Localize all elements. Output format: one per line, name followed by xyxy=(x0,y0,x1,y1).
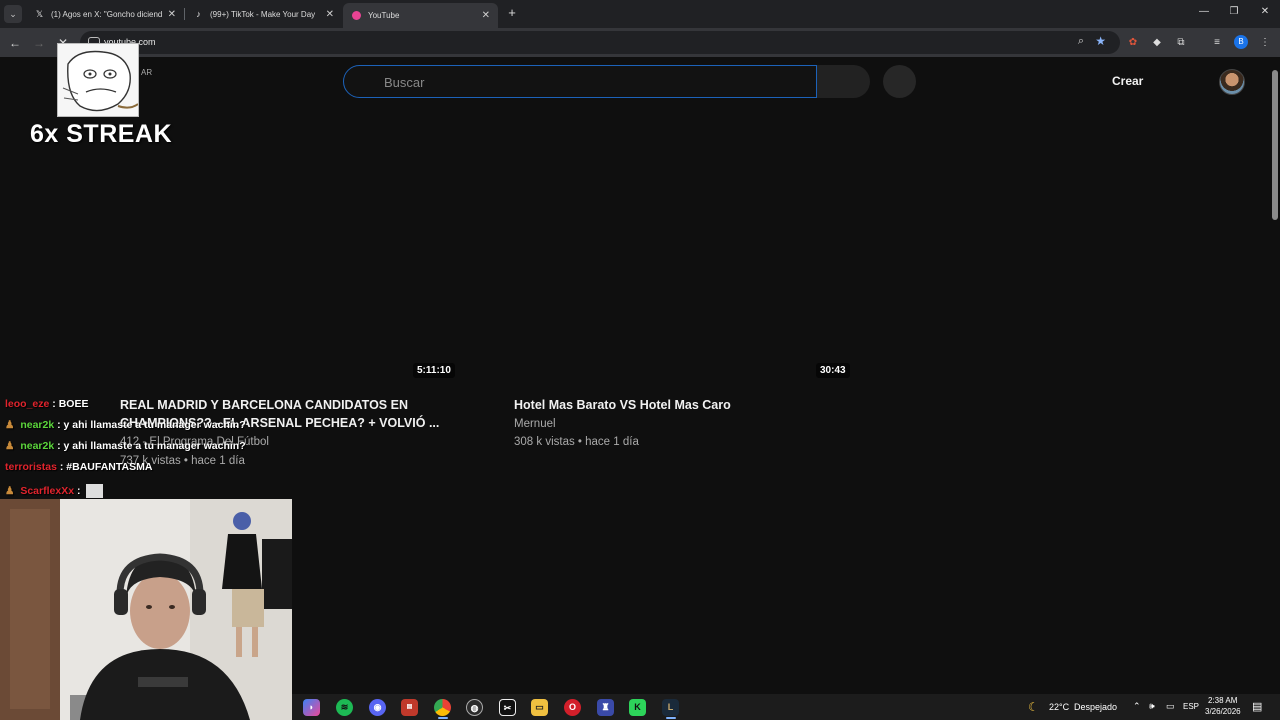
kick-icon[interactable]: K xyxy=(629,699,646,716)
tiktok-icon: ♪ xyxy=(196,9,201,19)
chat-username: leoo_eze xyxy=(5,398,50,410)
language-indicator[interactable]: ESP xyxy=(1183,702,1199,711)
x-logo-icon: 𝕏 xyxy=(35,8,44,19)
chat-message: terroristas : #BAUFANTASMA xyxy=(5,461,153,473)
window-close-icon[interactable]: ✕ xyxy=(1255,6,1275,17)
clock-time[interactable]: 2:38 AM xyxy=(1208,696,1237,705)
opera-icon[interactable]: O xyxy=(564,699,581,716)
chat-emote-icon xyxy=(86,484,104,498)
forward-icon[interactable]: → xyxy=(30,34,48,52)
league-icon[interactable]: L xyxy=(662,699,679,716)
network-icon[interactable]: ▭ xyxy=(1166,701,1175,712)
chat-text: #BAUFANTASMA xyxy=(66,461,153,473)
minimize-icon[interactable]: — xyxy=(1194,6,1214,17)
extensions-puzzle-icon[interactable]: ⧉ xyxy=(1174,36,1188,50)
address-bar[interactable]: youtube.com ⌕ ★ xyxy=(80,31,1120,54)
browser-menu-icon[interactable]: ⋮ xyxy=(1258,36,1272,50)
browser-toolbar: ← → ✕ youtube.com ⌕ ★ ✿ ◆ ⧉ ≡ ⋮ xyxy=(0,28,1280,57)
tab-title: (99+) TikTok - Make Your Day xyxy=(210,9,316,19)
youtube-icon xyxy=(351,10,362,21)
streak-label: 6x STREAK xyxy=(30,120,173,148)
bookmark-star-icon[interactable]: ★ xyxy=(1095,34,1106,48)
chat-text: y ahi llamaste a tu manager wachin? xyxy=(63,419,246,431)
browser-tab-strip: ⌄ 𝕏 (1) Agos en X: "Goncho diciendo ✕ ♪ … xyxy=(0,0,1280,28)
video-meta: 308 k vistas • hace 1 día xyxy=(514,436,639,448)
meme-face-image xyxy=(57,43,139,117)
tab-x-agos[interactable]: 𝕏 (1) Agos en X: "Goncho diciendo ✕ xyxy=(26,3,184,25)
game-icon[interactable]: ♜ xyxy=(597,699,614,716)
file-explorer-icon[interactable]: ▭ xyxy=(531,699,548,716)
discord-icon[interactable]: ◉ xyxy=(369,699,386,716)
obs-icon[interactable]: ◍ xyxy=(466,699,483,716)
chat-message: leoo_eze : BOEE xyxy=(5,398,89,410)
profile-avatar[interactable]: B xyxy=(1234,35,1248,49)
zoom-icon[interactable]: ⌕ xyxy=(1078,35,1084,48)
account-avatar[interactable] xyxy=(1219,69,1245,95)
search-input[interactable] xyxy=(384,73,804,91)
spotify-icon[interactable]: ≋ xyxy=(336,699,353,716)
clock-date[interactable]: 3/26/2026 xyxy=(1205,707,1241,716)
page-scrollbar[interactable] xyxy=(1269,58,1280,694)
reading-list-icon[interactable]: ≡ xyxy=(1210,36,1224,50)
close-icon[interactable]: ✕ xyxy=(326,9,334,20)
chat-username: near2k xyxy=(20,440,55,452)
chat-text: BOEE xyxy=(58,398,89,410)
notification-icon[interactable]: ▤ xyxy=(1252,700,1262,713)
new-tab-button[interactable]: + xyxy=(505,5,519,21)
tab-title: YouTube xyxy=(368,11,400,20)
tab-title: (1) Agos en X: "Goncho diciendo xyxy=(51,9,162,19)
weather-temp[interactable]: 22°C xyxy=(1049,702,1069,712)
windows-taskbar: ◗ ≋ ◉ ▤ ◍ ✂ ▭ O ♜ K L ☾ 22°C Despejado ⌃… xyxy=(292,694,1280,720)
chat-username: terroristas xyxy=(5,461,57,473)
video-title[interactable]: Hotel Mas Barato VS Hotel Mas Caro xyxy=(514,396,731,414)
weather-text[interactable]: Despejado xyxy=(1074,702,1117,712)
chat-message: ♟ near2k : y ahi llamaste a tu manager w… xyxy=(5,419,246,431)
back-icon[interactable]: ← xyxy=(6,34,24,52)
voice-search-button[interactable] xyxy=(883,65,916,98)
chat-text: y ahi llamaste a tu manager wachin? xyxy=(63,440,246,452)
close-icon[interactable]: ✕ xyxy=(168,9,176,20)
volume-icon[interactable]: 🕪 xyxy=(1149,701,1155,712)
chat-badge-icon: ♟ xyxy=(5,440,15,452)
chat-badge-icon: ♟ xyxy=(5,419,15,431)
active-app-indicator xyxy=(666,717,676,719)
copilot-icon[interactable]: ◗ xyxy=(303,699,320,716)
close-icon[interactable]: ✕ xyxy=(482,10,490,21)
capcut-icon[interactable]: ✂ xyxy=(499,699,516,716)
chat-username: near2k xyxy=(20,419,55,431)
extension-red-icon[interactable]: ✿ xyxy=(1126,36,1140,50)
active-app-indicator xyxy=(438,717,448,719)
create-button[interactable]: Crear xyxy=(1112,74,1143,88)
tray-chevron-icon[interactable]: ⌃ xyxy=(1133,701,1141,712)
video-title[interactable]: REAL MADRID Y BARCELONA CANDIDATOS EN xyxy=(120,396,408,414)
search-button[interactable] xyxy=(817,65,870,98)
chat-message: ♟ near2k : y ahi llamaste a tu manager w… xyxy=(5,440,246,452)
overlay-side-text: AR xyxy=(141,68,153,77)
chrome-icon[interactable] xyxy=(434,699,451,716)
search-box[interactable] xyxy=(343,65,817,98)
webcam-overlay xyxy=(0,499,292,720)
chat-badge-icon: ♟ xyxy=(5,484,15,497)
chat-message: ♟ ScarflexXx : xyxy=(5,484,104,498)
video-channel[interactable]: Mernuel xyxy=(514,418,556,430)
restore-icon[interactable]: ❐ xyxy=(1224,6,1244,17)
tab-search-button[interactable]: ⌄ xyxy=(4,5,22,23)
video-duration: 30:43 xyxy=(816,363,850,378)
weather-moon-icon: ☾ xyxy=(1028,700,1039,714)
scrollbar-thumb[interactable] xyxy=(1272,70,1278,220)
tab-youtube[interactable]: YouTube ✕ xyxy=(343,3,498,28)
chat-username: ScarflexXx xyxy=(20,484,75,497)
video-duration: 5:11:10 xyxy=(413,363,455,378)
tab-tiktok[interactable]: ♪ (99+) TikTok - Make Your Day ✕ xyxy=(185,3,342,25)
voice-app-icon[interactable]: ▤ xyxy=(401,699,418,716)
extension-shield-icon[interactable]: ◆ xyxy=(1150,36,1164,50)
